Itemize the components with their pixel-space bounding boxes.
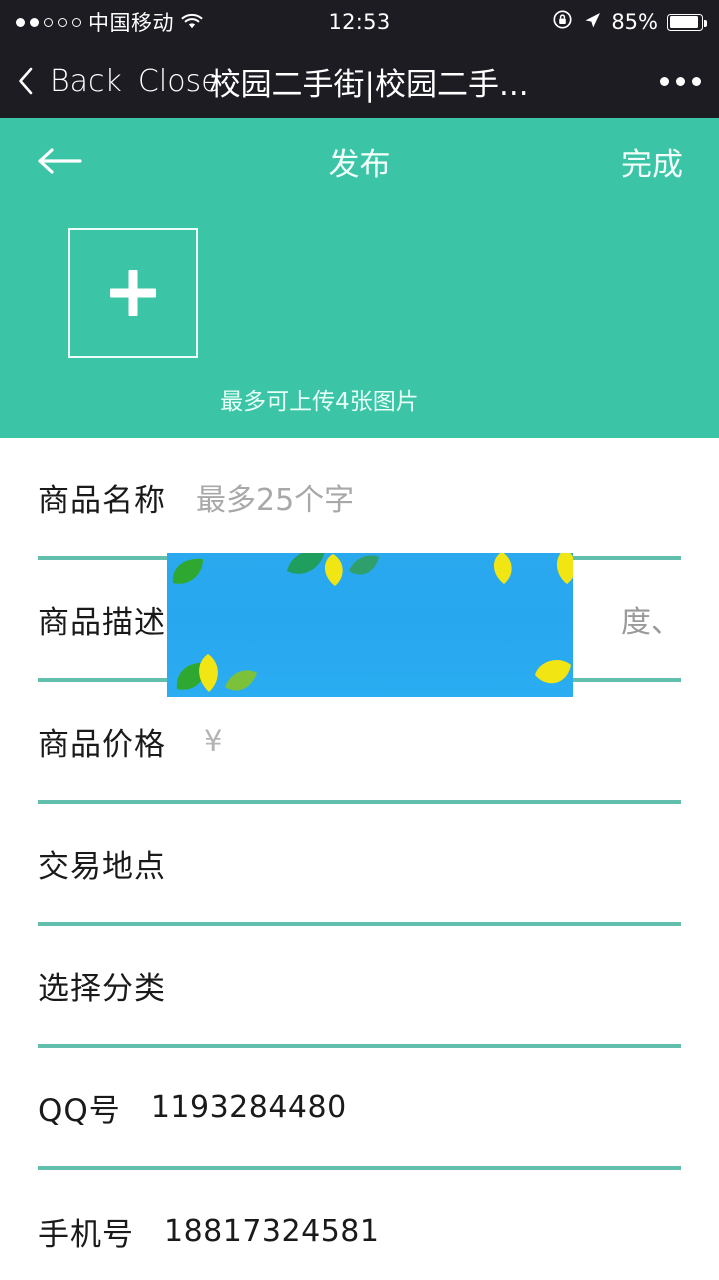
close-button[interactable]: Close (138, 64, 220, 99)
arrow-left-icon[interactable] (36, 146, 82, 176)
leaf-icon (347, 555, 381, 581)
field-label: 商品价格 (38, 726, 166, 763)
webview-nav-bar: Back Close 校园二手街|校园二手... (0, 44, 719, 118)
field-label: QQ号 (38, 1092, 121, 1129)
field-label: 商品名称 (38, 482, 166, 519)
form-row-trade-location[interactable]: 交易地点 (38, 804, 681, 926)
app-screen: 中国移动 12:53 85% Back Close 校园二手街|校园二手... … (0, 0, 719, 1280)
app-bar: 发布 完成 (0, 118, 719, 204)
page-title: 校园二手街|校园二手... (209, 66, 529, 103)
field-label: 商品描述 (38, 604, 166, 641)
nav-left-group: Back Close (18, 64, 220, 99)
blue-leaf-banner-image (167, 553, 573, 697)
product-name-input[interactable]: 最多25个字 (196, 475, 354, 519)
currency-symbol: ¥ (204, 724, 223, 758)
leaf-icon (223, 669, 259, 695)
phone-number-input[interactable]: 18817324581 (164, 1214, 379, 1249)
field-label: 手机号 (38, 1216, 134, 1253)
publish-header-section: 发布 完成 最多可上传4张图片 (0, 118, 719, 438)
product-description-input[interactable]: 度、 (621, 597, 681, 641)
form-row-phone-number[interactable]: 手机号 18817324581 (38, 1170, 681, 1280)
clock-label: 12:53 (328, 10, 391, 34)
form-row-qq-number[interactable]: QQ号 1193284480 (38, 1048, 681, 1170)
leaf-icon (553, 553, 573, 585)
form-row-select-category[interactable]: 选择分类 (38, 926, 681, 1048)
status-bar: 中国移动 12:53 85% (0, 0, 719, 44)
done-button[interactable]: 完成 (621, 139, 683, 184)
form-row-product-price[interactable]: 商品价格 ¥ (38, 682, 681, 804)
field-label: 交易地点 (38, 848, 166, 885)
add-image-button[interactable] (68, 228, 198, 358)
battery-icon (667, 13, 707, 31)
image-upload-zone: 最多可上传4张图片 (0, 204, 719, 438)
qq-number-input[interactable]: 1193284480 (151, 1090, 347, 1125)
leaf-icon (195, 653, 223, 693)
leaf-icon (319, 553, 349, 587)
back-button[interactable]: Back (50, 64, 122, 99)
leaf-icon (533, 657, 573, 693)
app-bar-title: 发布 (328, 146, 391, 183)
chevron-left-icon[interactable] (18, 67, 34, 95)
more-ellipsis-icon[interactable] (660, 76, 701, 86)
form-row-product-name[interactable]: 商品名称 最多25个字 (38, 438, 681, 560)
leaf-icon (489, 553, 517, 585)
upload-hint-label: 最多可上传4张图片 (220, 389, 419, 415)
field-label: 选择分类 (38, 970, 166, 1007)
leaf-icon (169, 557, 207, 587)
